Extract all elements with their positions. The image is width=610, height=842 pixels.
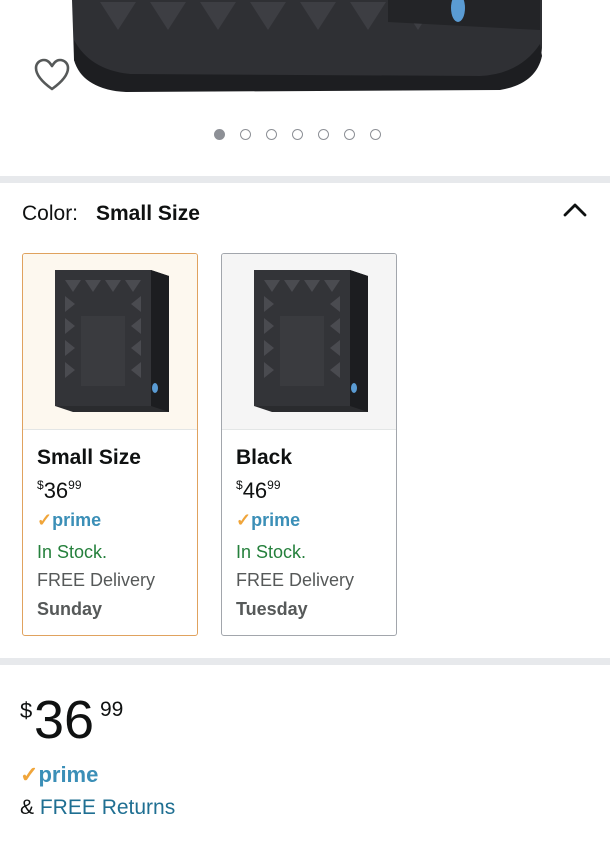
prime-badge: ✓prime — [236, 510, 301, 530]
stock-status: In Stock. — [37, 542, 108, 562]
prime-check-icon: ✓ — [20, 762, 39, 787]
pagination-dot[interactable] — [214, 129, 225, 140]
variant-card-small-size[interactable]: Small Size $3699 ✓prime In Stock. FREE D… — [22, 253, 198, 636]
price-whole: 36 — [34, 690, 95, 750]
pagination-dot[interactable] — [266, 129, 277, 140]
prime-check-icon: ✓ — [37, 510, 53, 530]
product-image-gallery[interactable] — [0, 0, 610, 176]
color-selector-header[interactable]: Color: Small Size — [22, 200, 588, 230]
section-divider — [0, 176, 610, 183]
pagination-dot[interactable] — [292, 129, 303, 140]
color-label: Color: — [22, 202, 79, 225]
price-currency: $ — [20, 698, 33, 723]
delivery-text: FREE Delivery — [236, 570, 355, 590]
variant-name: Small Size — [37, 446, 141, 469]
delivery-day: Tuesday — [236, 599, 308, 619]
pagination-dot[interactable] — [344, 129, 355, 140]
variant-price: $4699 — [236, 478, 281, 503]
variant-image — [23, 254, 197, 430]
pagination-dot[interactable] — [240, 129, 251, 140]
price-fraction: 99 — [100, 698, 124, 721]
delivery-day: Sunday — [37, 599, 103, 619]
variant-name: Black — [236, 446, 293, 469]
delivery-text: FREE Delivery — [37, 570, 156, 590]
heart-icon[interactable] — [34, 58, 70, 92]
free-returns-link[interactable]: FREE Returns — [40, 796, 175, 819]
variant-price: $3699 — [37, 478, 82, 503]
variant-card-black[interactable]: Black $4699 ✓prime In Stock. FREE Delive… — [221, 253, 397, 636]
pagination-dot[interactable] — [318, 129, 329, 140]
chevron-up-icon[interactable] — [562, 200, 588, 220]
prime-badge: ✓prime — [20, 762, 99, 787]
section-divider — [0, 658, 610, 665]
product-image — [72, 0, 542, 92]
selected-color-value: Small Size — [96, 202, 200, 225]
prime-badge: ✓prime — [37, 510, 102, 530]
prime-check-icon: ✓ — [236, 510, 252, 530]
image-pagination — [214, 129, 381, 140]
pagination-dot[interactable] — [370, 129, 381, 140]
variant-image — [222, 254, 396, 430]
stock-status: In Stock. — [236, 542, 307, 562]
free-returns: & FREE Returns — [20, 796, 176, 819]
